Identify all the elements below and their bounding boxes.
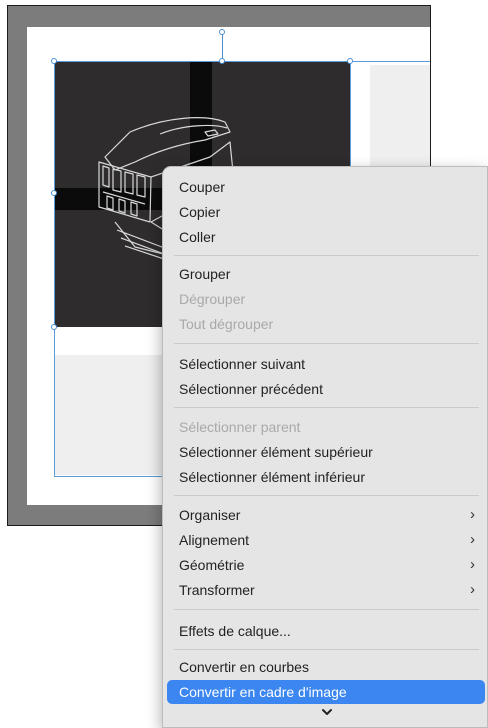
menu-item-arrange[interactable]: Organiser › (167, 503, 485, 527)
resize-handle-top[interactable] (219, 58, 225, 64)
chevron-right-icon: › (470, 581, 475, 598)
menu-item-ungroup: Dégrouper (179, 291, 246, 307)
menu-item-label: Alignement (179, 532, 250, 548)
chevron-right-icon: › (470, 531, 475, 548)
menu-item-select-parent: Sélectionner parent (179, 419, 301, 435)
menu-item-select-lower[interactable]: Sélectionner élément inférieur (167, 465, 485, 489)
menu-item-copy[interactable]: Copier (167, 200, 485, 224)
menu-item-label: Transformer (179, 582, 255, 598)
menu-item-convert-to-picture-frame[interactable]: Convertir en cadre d'image (167, 680, 485, 704)
selection-bounds-extension (351, 61, 430, 62)
menu-separator (174, 407, 479, 408)
menu-separator (174, 609, 479, 610)
menu-item-label: Organiser (179, 507, 241, 523)
menu-item-convert-to-curves[interactable]: Convertir en courbes (167, 655, 485, 679)
chevron-right-icon: › (470, 556, 475, 573)
context-menu: Couper Copier Coller Grouper Dégrouper T… (162, 166, 488, 728)
menu-separator (174, 495, 479, 496)
menu-separator (174, 343, 479, 344)
menu-item-cut[interactable]: Couper (167, 175, 485, 199)
rotation-handle-line (222, 33, 223, 60)
menu-item-transform[interactable]: Transformer › (167, 578, 485, 602)
menu-item-select-next[interactable]: Sélectionner suivant (167, 352, 485, 376)
rotation-handle[interactable] (219, 29, 225, 35)
resize-handle-left[interactable] (51, 190, 57, 196)
menu-separator (174, 255, 479, 256)
resize-handle-top-left[interactable] (51, 58, 57, 64)
menu-item-paste[interactable]: Coller (167, 225, 485, 249)
menu-item-select-previous[interactable]: Sélectionner précédent (167, 377, 485, 401)
chevron-down-icon[interactable] (320, 706, 334, 718)
menu-separator (174, 649, 479, 650)
menu-item-group[interactable]: Grouper (167, 262, 485, 286)
menu-item-ungroup-all: Tout dégrouper (179, 316, 274, 332)
menu-item-alignment[interactable]: Alignement › (167, 528, 485, 552)
menu-item-geometry[interactable]: Géométrie › (167, 553, 485, 577)
resize-handle-bottom-left[interactable] (51, 324, 57, 330)
menu-item-select-upper[interactable]: Sélectionner élément supérieur (167, 440, 485, 464)
resize-handle-top-right[interactable] (347, 58, 353, 64)
chevron-right-icon: › (470, 506, 475, 523)
menu-item-layer-effects[interactable]: Effets de calque... (167, 619, 485, 643)
menu-item-label: Géométrie (179, 557, 245, 573)
